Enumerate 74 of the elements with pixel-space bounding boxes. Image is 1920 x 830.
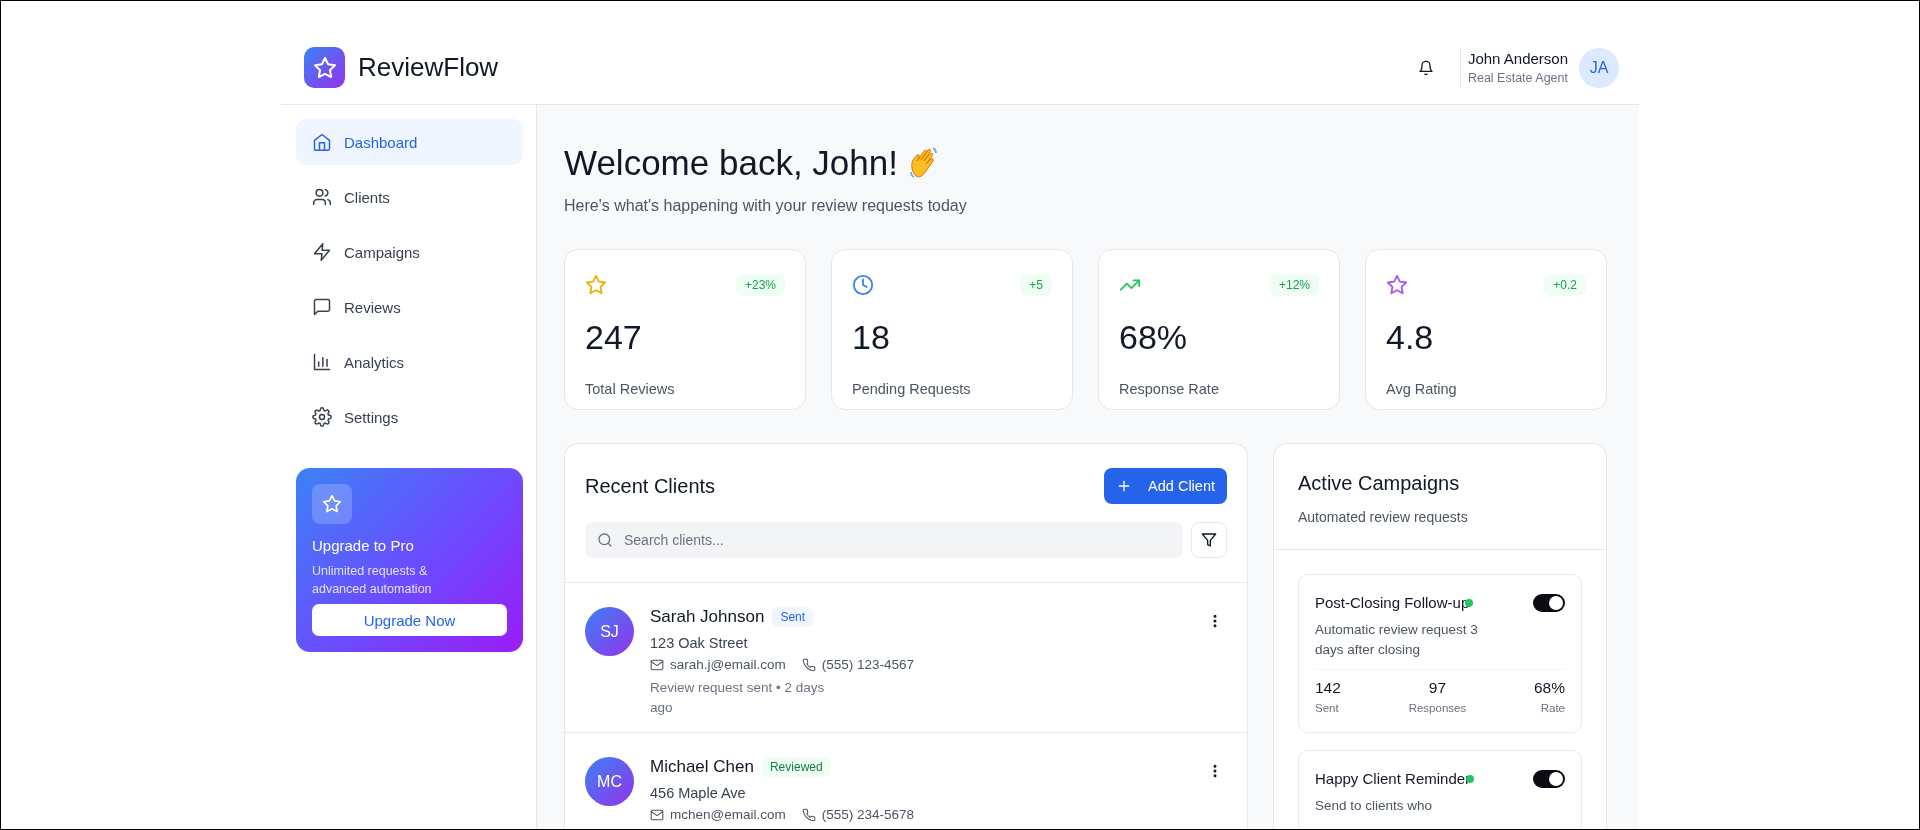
status-badge: Reviewed [761, 757, 831, 777]
mail-icon [650, 807, 664, 822]
star-icon [585, 274, 607, 296]
client-address: 123 Oak Street [650, 635, 749, 651]
client-phone: (555) 123-4567 [821, 657, 915, 672]
filter-icon [1201, 532, 1217, 548]
toggle-switch[interactable] [1533, 594, 1565, 612]
toggle-switch[interactable] [1533, 770, 1565, 788]
star-icon [312, 55, 337, 80]
star-icon [1386, 274, 1408, 296]
user-avatar[interactable]: JA [1579, 47, 1619, 88]
sidebar-item[interactable]: Dashboard [296, 119, 523, 165]
client-avatar: SJ [585, 607, 634, 656]
panel-title: Recent Clients [585, 474, 716, 498]
campaign-stat-label: Sent [1315, 702, 1339, 714]
change-badge: +23% [735, 274, 785, 296]
settings-icon [312, 407, 332, 427]
welcome-subtitle: Here's what's happening with your review requests today [564, 197, 968, 215]
stat-label: Total Reviews [585, 381, 676, 397]
upgrade-description: Unlimited requests & advanced automation [312, 563, 433, 598]
change-badge: +12% [1269, 274, 1319, 296]
phone-icon [801, 807, 816, 822]
home-icon [312, 132, 332, 152]
bar-chart-icon [312, 352, 332, 372]
campaign-stat-label: Responses [1408, 702, 1467, 714]
change-badge: +5 [1020, 274, 1052, 296]
client-avatar: MC [585, 757, 634, 806]
client-name: Michael Chen [650, 757, 754, 777]
sidebar-item[interactable]: Analytics [296, 339, 523, 385]
stat-value: 4.8 [1386, 318, 1435, 357]
panel-title: Active Campaigns [1298, 472, 1461, 495]
upgrade-button[interactable]: Upgrade Now [312, 604, 507, 636]
bell-icon [1417, 59, 1434, 76]
client-name: Sarah Johnson [650, 607, 765, 627]
stat-value: 18 [852, 318, 891, 357]
sidebar-item[interactable]: Clients [296, 174, 523, 220]
message-icon [312, 297, 332, 317]
clock-icon [852, 274, 874, 296]
sidebar-item[interactable]: Campaigns [296, 229, 523, 275]
campaign-stat-value: 68% [1533, 679, 1565, 697]
campaign-stat-label: Rate [1540, 702, 1565, 714]
app-title: ReviewFlow [358, 52, 499, 83]
search-field[interactable]: Search clients... [585, 522, 1183, 558]
panel-subtitle: Automated review requests [1298, 509, 1469, 525]
user-role: Real Estate Agent [1467, 71, 1568, 85]
stat-label: Avg Rating [1386, 381, 1458, 397]
stat-value: 68% [1119, 318, 1189, 357]
campaign-name: Happy Client Reminder [1315, 770, 1471, 787]
campaign-description: Send to clients who [1315, 797, 1434, 815]
stat-label: Pending Requests [852, 381, 972, 397]
add-client-button[interactable]: Add Client [1104, 468, 1227, 504]
client-email: mchen@email.com [670, 807, 786, 822]
waving-hand-icon [907, 146, 940, 180]
campaign-stat-value: 97 [1428, 679, 1447, 697]
change-badge: +0.2 [1544, 274, 1586, 296]
filter-button[interactable] [1191, 522, 1227, 558]
client-email: sarah.j@email.com [670, 657, 786, 672]
welcome-title: Welcome back, John! [564, 143, 898, 183]
sidebar-item[interactable]: Reviews [296, 284, 523, 330]
lightning-icon [312, 242, 332, 262]
phone-icon [801, 657, 816, 672]
client-phone: (555) 234-5678 [821, 807, 915, 822]
campaign-description: Automatic review request 3 days after closing [1315, 621, 1479, 659]
client-address: 456 Maple Ave [650, 785, 747, 801]
users-icon [312, 187, 332, 207]
mail-icon [650, 657, 664, 672]
status-badge: Sent [772, 607, 814, 627]
sidebar-item[interactable]: Settings [296, 394, 523, 440]
client-activity: Review request sent • 2 days ago [650, 679, 826, 717]
stat-label: Response Rate [1119, 381, 1220, 397]
upgrade-title: Upgrade to Pro [312, 537, 415, 554]
user-name: John Anderson [1467, 50, 1568, 67]
campaign-stat-value: 142 [1315, 679, 1341, 697]
stat-value: 247 [585, 318, 643, 357]
